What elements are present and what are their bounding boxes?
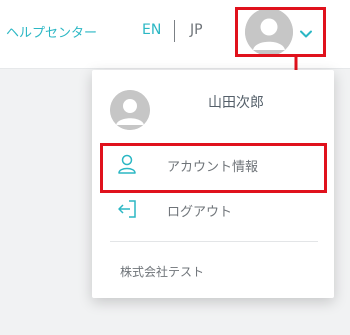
dropdown-avatar xyxy=(110,90,150,130)
highlight-box-avatar-menu xyxy=(235,7,326,57)
company-name: 株式会社テスト xyxy=(120,265,205,279)
menu-divider xyxy=(110,241,318,242)
menu-item-logout[interactable]: ログアウト xyxy=(92,190,334,230)
logout-icon xyxy=(118,200,136,218)
highlight-box-account-info xyxy=(100,143,327,193)
language-divider xyxy=(174,20,175,42)
menu-item-label: ログアウト xyxy=(167,205,233,220)
help-center-link[interactable]: ヘルプセンター xyxy=(6,22,97,41)
dropdown-user-name: 山田次郎 xyxy=(208,95,264,111)
user-avatar-icon xyxy=(110,90,150,130)
language-jp-button[interactable]: JP xyxy=(190,22,203,38)
language-en-button[interactable]: EN xyxy=(142,22,161,38)
